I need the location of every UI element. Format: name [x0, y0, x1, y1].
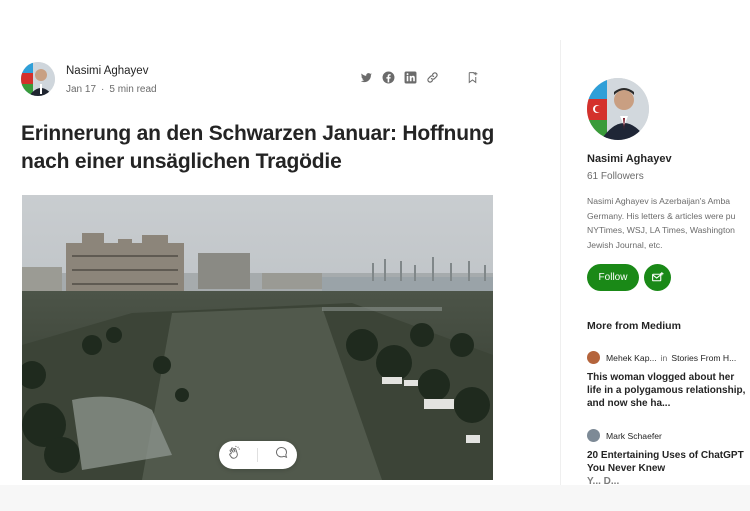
- article-column: Nasimi Aghayev Jan 17 · 5 min read Erinner…: [0, 40, 560, 485]
- story-author[interactable]: Mehek Kap...: [606, 353, 657, 363]
- author-avatar[interactable]: [21, 62, 55, 96]
- linkedin-icon[interactable]: [403, 70, 417, 84]
- publish-date: Jan 17: [66, 84, 97, 95]
- author-name[interactable]: Nasimi Aghayev: [66, 65, 148, 77]
- more-from-medium-heading: More from Medium: [587, 320, 681, 332]
- followers-count[interactable]: 61 Followers: [587, 171, 644, 182]
- story-author-avatar[interactable]: [587, 429, 600, 442]
- bottom-margin: [0, 485, 750, 511]
- article-title: Erinnerung an den Schwarzen Januar: Hoff…: [21, 122, 495, 173]
- clap-icon[interactable]: [227, 445, 242, 465]
- sidebar: Nasimi Aghayev 61 Followers Nasimi Aghay…: [561, 40, 750, 485]
- facebook-icon[interactable]: [381, 70, 395, 84]
- bookmark-add-icon[interactable]: [465, 70, 479, 84]
- twitter-icon[interactable]: [359, 70, 373, 84]
- bio-line: Nasimi Aghayev is Azerbaijan's Amba: [587, 196, 731, 206]
- story-author[interactable]: Mark Schaefer: [606, 431, 662, 441]
- hero-image: [22, 195, 493, 480]
- story-author-avatar[interactable]: [587, 351, 600, 364]
- engagement-divider: [257, 448, 259, 462]
- follow-button[interactable]: Follow: [587, 264, 639, 291]
- story-meta: Mark Schaefer: [587, 429, 662, 442]
- story-publication[interactable]: Stories From H...: [671, 353, 736, 363]
- story-title-text[interactable]: 20 Entertaining Uses of ChatGPT You Neve…: [587, 450, 744, 474]
- author-bio: Nasimi Aghayev is Azerbaijan's Amba Germ…: [587, 194, 750, 252]
- sidebar-author-avatar[interactable]: [587, 78, 649, 140]
- engagement-bar: [219, 441, 297, 469]
- article-meta: Jan 17 · 5 min read: [66, 84, 157, 95]
- story-meta: Mehek Kap... in Stories From H...: [587, 351, 736, 364]
- story-title[interactable]: This woman vlogged about her life in a p…: [587, 371, 747, 410]
- subscribe-email-button[interactable]: [644, 264, 671, 291]
- story-title-cut: Y... D...: [587, 476, 620, 485]
- read-time: 5 min read: [109, 84, 157, 95]
- bio-line: Germany. His letters & articles were pu: [587, 210, 736, 221]
- sidebar-author-name[interactable]: Nasimi Aghayev: [587, 153, 672, 165]
- story-in-label: in: [660, 352, 668, 363]
- link-icon[interactable]: [425, 70, 439, 84]
- top-margin: [0, 0, 750, 40]
- comment-icon[interactable]: [274, 445, 289, 465]
- bio-line: Jewish Journal, etc.: [587, 239, 663, 250]
- story-title[interactable]: 20 Entertaining Uses of ChatGPT You Neve…: [587, 449, 747, 485]
- bio-line: NYTimes, WSJ, LA Times, Washington: [587, 225, 735, 235]
